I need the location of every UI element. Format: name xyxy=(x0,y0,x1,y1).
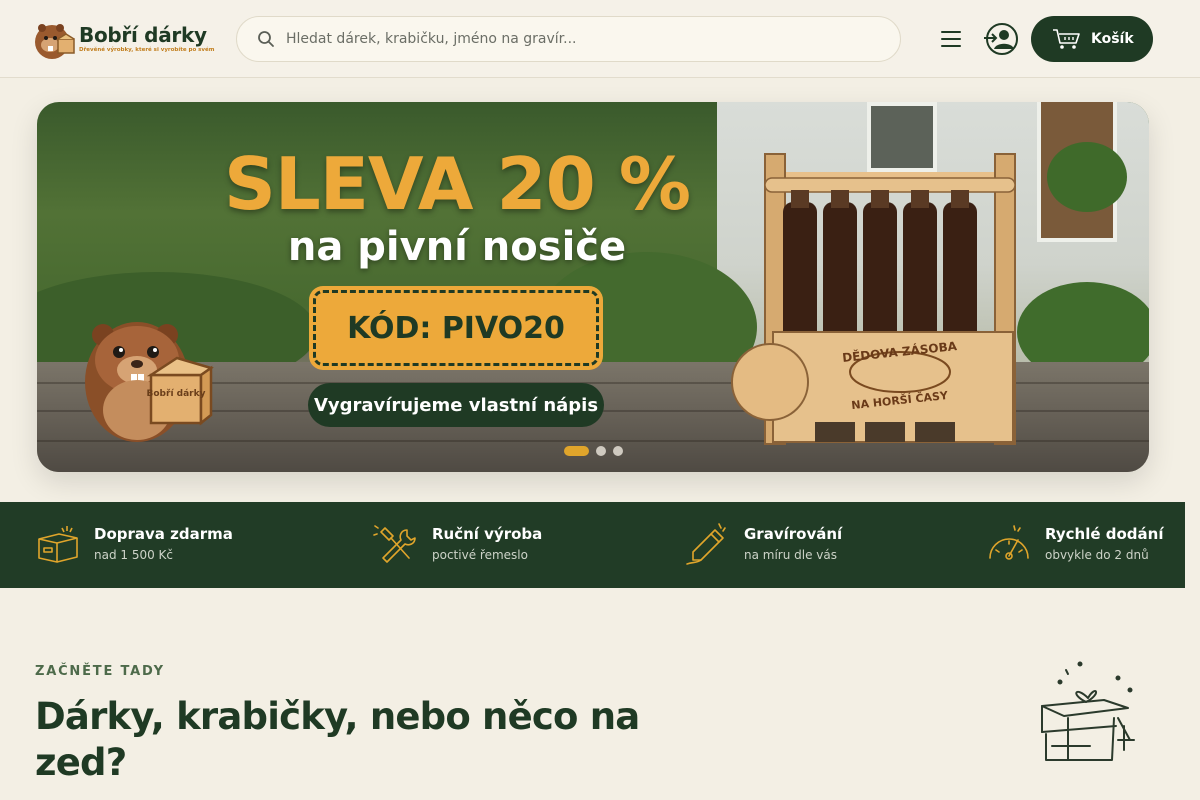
menu-button[interactable] xyxy=(937,27,965,51)
beaver-box-engraving: Bobří dárky xyxy=(147,389,206,399)
cart-label: Košík xyxy=(1091,31,1134,47)
features-bar: Doprava zdarma nad 1 500 Kč Ruční výroba… xyxy=(0,502,1185,588)
box-icon xyxy=(35,522,81,568)
hero-title: SLEVA 20 % xyxy=(224,142,691,226)
feature-subtitle: obvykle do 2 dnů xyxy=(1045,548,1149,562)
logo-tagline: Dřevěné výrobky, které si vyrobíte po sv… xyxy=(79,47,215,53)
speedometer-icon xyxy=(986,522,1032,568)
discount-code-label: KÓD: PIVO20 xyxy=(347,310,565,346)
feature-shipping: Doprava zdarma nad 1 500 Kč xyxy=(35,502,233,588)
cart-icon xyxy=(1051,27,1081,51)
beaver-logo-icon xyxy=(33,17,77,61)
feature-fast-delivery: Rychlé dodání obvykle do 2 dnů xyxy=(986,502,1163,588)
section-eyebrow: ZAČNĚTE TADY xyxy=(35,664,165,679)
pencil-icon xyxy=(685,522,731,568)
engraving-cta-button[interactable]: Vygravírujeme vlastní nápis xyxy=(308,383,604,427)
beaver-mascot-icon: Bobří dárky xyxy=(81,300,231,450)
login-icon[interactable] xyxy=(982,21,1020,57)
hero-subtitle: na pivní nosiče xyxy=(287,224,627,270)
feature-subtitle: nad 1 500 Kč xyxy=(94,548,174,562)
search-bar[interactable] xyxy=(236,16,901,62)
feature-title: Doprava zdarma xyxy=(94,525,233,543)
carousel-dot-1[interactable] xyxy=(564,446,589,456)
hero-banner[interactable]: Bobří dárky DĚDOVA ZÁSOBA NA HORŠÍ ČASY … xyxy=(37,102,1149,472)
site-header: Bobří dárky Dřevěné výrobky, které si vy… xyxy=(0,0,1200,78)
search-input[interactable] xyxy=(286,31,866,47)
carousel-dots xyxy=(564,445,623,457)
discount-code-box[interactable]: KÓD: PIVO20 xyxy=(313,290,599,366)
feature-handmade: Ruční výroba poctivé řemeslo xyxy=(373,502,542,588)
gift-box-icon xyxy=(1030,660,1150,770)
feature-subtitle: na míru dle vás xyxy=(744,548,838,562)
beer-carrier-image: DĚDOVA ZÁSOBA NA HORŠÍ ČASY xyxy=(725,132,1025,462)
carousel-dot-3[interactable] xyxy=(613,446,623,456)
search-icon xyxy=(257,30,275,48)
feature-title: Rychlé dodání xyxy=(1045,525,1164,543)
feature-subtitle: poctivé řemeslo xyxy=(432,548,528,562)
feature-title: Ruční výroba xyxy=(432,525,543,543)
cart-button[interactable]: Košík xyxy=(1031,16,1153,62)
feature-engraving: Gravírování na míru dle vás xyxy=(685,502,842,588)
feature-title: Gravírování xyxy=(744,525,843,543)
carousel-dot-2[interactable] xyxy=(596,446,606,456)
tools-icon xyxy=(373,522,419,568)
logo-title: Bobří dárky xyxy=(79,23,207,47)
logo[interactable]: Bobří dárky Dřevěné výrobky, které si vy… xyxy=(33,16,215,62)
section-title: Dárky, krabičky, nebo něco na zed? xyxy=(35,695,640,784)
